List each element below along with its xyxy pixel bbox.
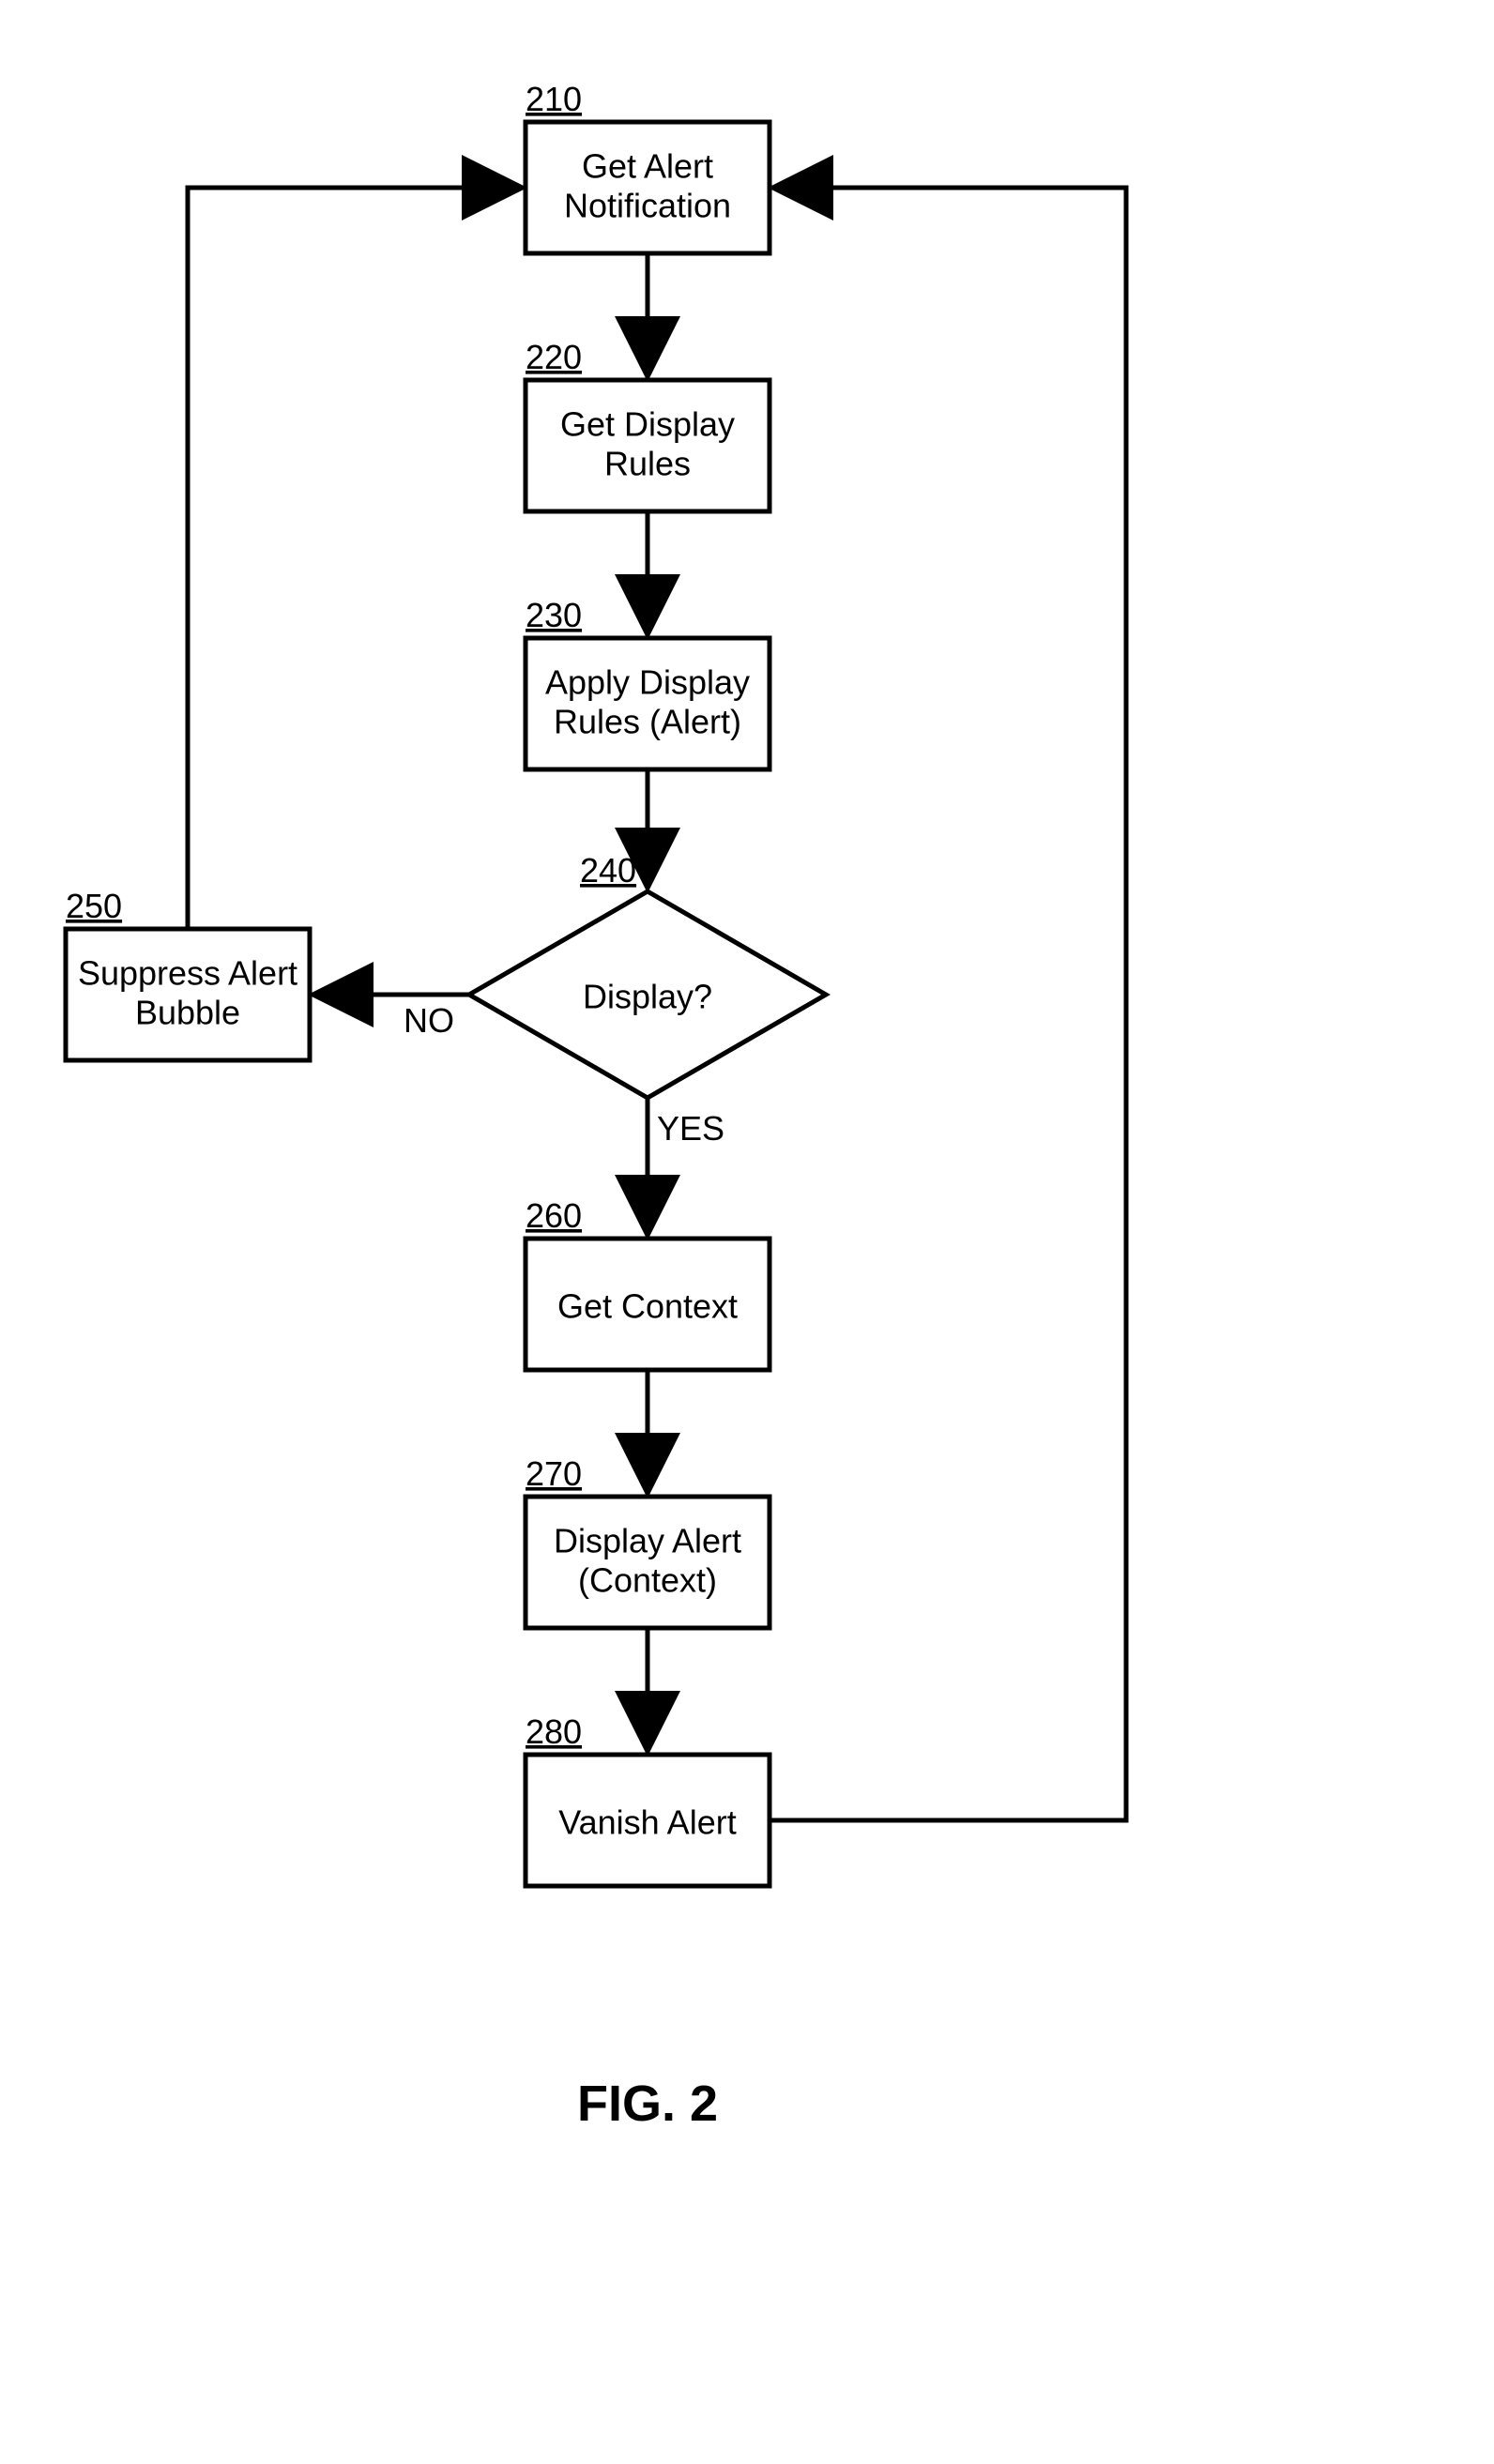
edge-250-210 <box>188 188 521 929</box>
node-240: 240 Display? <box>469 851 826 1098</box>
node-230-line1: Apply Display <box>545 663 750 702</box>
flowchart-svg: 210 Get Alert Notification 220 Get Displ… <box>0 0 1494 2464</box>
ref-210: 210 <box>526 80 582 118</box>
flowchart-page: 210 Get Alert Notification 220 Get Displ… <box>0 0 1494 2464</box>
ref-260: 260 <box>526 1196 582 1235</box>
node-240-line1: Display? <box>583 978 712 1016</box>
node-250-line2: Bubble <box>135 994 240 1032</box>
node-210: 210 Get Alert Notification <box>526 80 770 253</box>
node-250-line1: Suppress Alert <box>78 954 297 993</box>
node-270-line2: (Context) <box>578 1561 717 1600</box>
ref-230: 230 <box>526 596 582 634</box>
node-260-line1: Get Context <box>557 1287 738 1326</box>
node-230-line2: Rules (Alert) <box>554 703 741 741</box>
node-280-line1: Vanish Alert <box>558 1803 736 1842</box>
ref-270: 270 <box>526 1454 582 1493</box>
edge-280-210 <box>770 188 1126 1820</box>
ref-250: 250 <box>66 887 122 925</box>
node-220-line2: Rules <box>604 445 691 483</box>
ref-240: 240 <box>580 851 636 890</box>
figure-label: FIG. 2 <box>577 2076 718 2132</box>
ref-220: 220 <box>526 338 582 376</box>
node-210-line1: Get Alert <box>582 147 713 186</box>
ref-280: 280 <box>526 1712 582 1751</box>
node-270-line1: Display Alert <box>554 1522 741 1560</box>
branch-yes: YES <box>657 1109 724 1148</box>
node-220-line1: Get Display <box>560 405 735 444</box>
node-210-line2: Notification <box>564 187 731 225</box>
branch-no: NO <box>404 1001 454 1040</box>
